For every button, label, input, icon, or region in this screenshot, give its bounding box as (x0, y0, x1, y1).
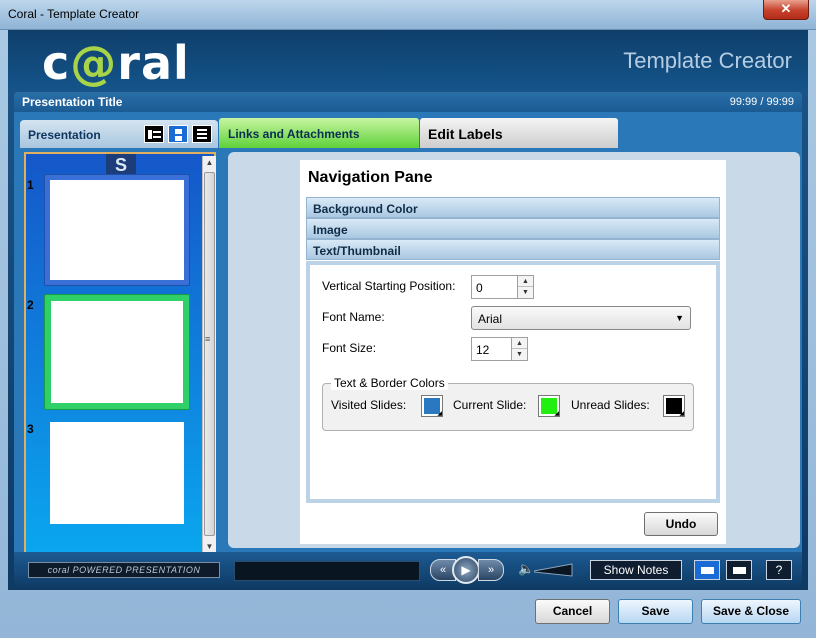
app-name: Template Creator (623, 48, 792, 73)
scroll-up-icon[interactable]: ▲ (203, 156, 216, 170)
visited-color-swatch[interactable]: ◢ (421, 395, 443, 417)
window-title: Coral - Template Creator (8, 7, 140, 21)
stepper-down-icon[interactable]: ▼ (512, 349, 527, 360)
section-label: Image (313, 223, 348, 237)
stepper-up-icon[interactable]: ▲ (512, 338, 527, 349)
save-button[interactable]: Save (618, 599, 693, 624)
layout-sidebar-icon[interactable] (694, 560, 720, 580)
slide-thumbnail[interactable] (44, 420, 190, 528)
scroll-thumb[interactable] (204, 172, 215, 536)
thumbnail-list-view-icon[interactable] (144, 125, 164, 143)
tab-presentation-label: Presentation (28, 128, 101, 142)
layout-full-icon[interactable] (726, 560, 752, 580)
cancel-button[interactable]: Cancel (535, 599, 610, 624)
section-image[interactable]: Image (306, 218, 720, 239)
slide-number: 2 (27, 298, 34, 312)
navigation-pane-title: Navigation Pane (308, 169, 433, 186)
section-label: Text/Thumbnail (313, 244, 401, 258)
presentation-title: Presentation Title (22, 95, 123, 109)
section-background-color[interactable]: Background Color (306, 197, 720, 218)
tab-presentation[interactable]: Presentation (20, 120, 218, 148)
app-body: c@ral Template Creator Presentation Titl… (8, 30, 808, 590)
swatch-arrow-icon: ◢ (554, 411, 559, 417)
stepper-down-icon[interactable]: ▼ (518, 287, 533, 298)
presentation-title-bar: Presentation Title 99:99 / 99:99 (14, 92, 802, 112)
slide-number: 3 (27, 422, 34, 436)
dropdown-arrow-icon: ▼ (675, 313, 684, 323)
thumbnail-view-icon[interactable] (168, 125, 188, 143)
title-bar: Coral - Template Creator ✕ (0, 0, 816, 30)
scroll-grip-icon: ≡ (205, 334, 211, 344)
vertical-start-stepper[interactable]: ▲ ▼ (517, 275, 534, 299)
font-size-label: Font Size: (322, 341, 377, 355)
play-icon[interactable]: ▶ (452, 556, 480, 584)
unread-slides-label: Unread Slides: (571, 398, 650, 412)
player-bar: coral POWERED PRESENTATION « ▶ » 🔈 Show … (14, 552, 802, 586)
slide-page (50, 422, 184, 524)
time-counter: 99:99 / 99:99 (729, 96, 794, 108)
slide-thumbnail[interactable] (44, 174, 190, 286)
progress-bar[interactable] (234, 561, 420, 581)
text-border-colors-group: Text & Border Colors Visited Slides: ◢ C… (322, 376, 694, 431)
tab-links-label: Links and Attachments (228, 127, 360, 141)
close-button[interactable]: ✕ (763, 0, 809, 20)
vertical-start-input[interactable]: 0 (471, 275, 518, 299)
stepper-up-icon[interactable]: ▲ (518, 276, 533, 287)
undo-button[interactable]: Undo (644, 512, 718, 536)
app-header: c@ral Template Creator (8, 30, 808, 90)
current-color-swatch[interactable]: ◢ (538, 395, 560, 417)
show-notes-button[interactable]: Show Notes (590, 560, 682, 580)
section-text-thumbnail[interactable]: Text/Thumbnail (306, 239, 720, 260)
vertical-start-label: Vertical Starting Position: (322, 279, 456, 293)
slide-page (50, 180, 184, 280)
settings-panel: Navigation Pane Background Color Image T… (228, 152, 800, 548)
unread-color-swatch[interactable]: ◢ (663, 395, 685, 417)
visited-slides-label: Visited Slides: (331, 398, 407, 412)
swatch-arrow-icon: ◢ (437, 411, 442, 417)
tab-edit-labels[interactable]: Edit Labels (420, 118, 618, 148)
font-name-value: Arial (478, 312, 503, 326)
slide-list: S 1 2 3 ▲ ≡ ▼ (24, 152, 216, 556)
forward-icon[interactable]: » (478, 559, 504, 581)
coral-logo: c@ral (42, 36, 190, 90)
slide-thumbnail-current[interactable] (44, 294, 190, 410)
group-legend: Text & Border Colors (331, 376, 448, 390)
text-list-view-icon[interactable] (192, 125, 212, 143)
main-content: Presentation Links and Attachments Edit … (14, 112, 802, 556)
tab-edit-labels-label: Edit Labels (428, 126, 503, 142)
powered-by-label: coral POWERED PRESENTATION (28, 562, 220, 578)
tab-links-attachments[interactable]: Links and Attachments (219, 118, 419, 148)
text-thumbnail-settings: Vertical Starting Position: 0 ▲ ▼ Font N… (310, 265, 716, 499)
speaker-icon[interactable]: 🔈 (518, 561, 534, 577)
slide-number: 1 (27, 178, 34, 192)
current-slide-label: Current Slide: (453, 398, 527, 412)
slide-list-scrollbar[interactable]: ▲ ≡ ▼ (202, 156, 216, 554)
save-close-button[interactable]: Save & Close (701, 599, 801, 624)
slide-page (51, 301, 183, 403)
section-label: Background Color (313, 202, 418, 216)
swatch-arrow-icon: ◢ (679, 411, 684, 417)
font-size-stepper[interactable]: ▲ ▼ (511, 337, 528, 361)
slide-badge: S (106, 154, 136, 175)
font-name-label: Font Name: (322, 310, 385, 324)
navigation-pane: Navigation Pane Background Color Image T… (300, 160, 726, 544)
text-thumbnail-body: Vertical Starting Position: 0 ▲ ▼ Font N… (306, 261, 720, 503)
help-button[interactable]: ? (766, 560, 792, 580)
font-name-select[interactable]: Arial ▼ (471, 306, 691, 330)
volume-slider[interactable] (534, 563, 574, 577)
